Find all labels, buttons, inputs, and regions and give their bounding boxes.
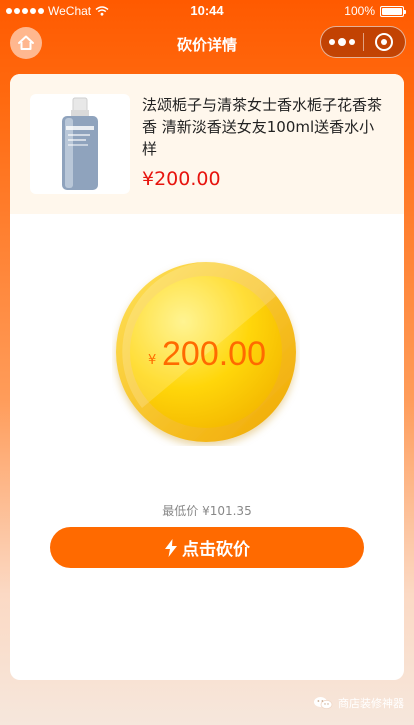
- coin-currency: ¥: [148, 353, 156, 368]
- bargain-card: 法颂栀子与清茶女士香水栀子花香茶香 清新淡香送女友100ml送香水小样 ¥200…: [10, 74, 404, 680]
- product-section[interactable]: 法颂栀子与清茶女士香水栀子花香茶香 清新淡香送女友100ml送香水小样 ¥200…: [10, 74, 404, 214]
- lightning-icon: [165, 538, 177, 557]
- product-image[interactable]: [30, 94, 130, 194]
- price-coin: ¥ 200.00: [112, 258, 300, 446]
- status-bar: WeChat 10:44 100%: [0, 0, 414, 22]
- perfume-bottle-image: [62, 97, 98, 190]
- battery-icon: [380, 5, 406, 17]
- miniprogram-capsule: [320, 26, 406, 58]
- product-price: ¥200.00: [142, 168, 221, 190]
- nav-bar: 砍价详情: [0, 22, 414, 64]
- coin-graphic: ¥ 200.00: [116, 262, 296, 442]
- footer-watermark: 商店装修神器: [313, 695, 404, 711]
- footer-label: 商店装修神器: [338, 697, 404, 710]
- product-title: 法颂栀子与清茶女士香水栀子花香茶香 清新淡香送女友100ml送香水小样: [142, 96, 383, 158]
- battery-group: 100%: [344, 4, 406, 18]
- bargain-button[interactable]: 点击砍价: [50, 527, 364, 568]
- lowest-price: 最低价 ¥101.35: [162, 504, 252, 518]
- bargain-button-label: 点击砍价: [182, 540, 250, 560]
- more-dots-icon[interactable]: [321, 37, 363, 46]
- close-miniprogram-button[interactable]: [364, 33, 405, 51]
- target-icon: [375, 33, 394, 51]
- product-info: 法颂栀子与清茶女士香水栀子花香茶香 清新淡香送女友100ml送香水小样 ¥200…: [142, 94, 384, 214]
- coin-amount: 200.00: [162, 335, 266, 373]
- battery-percent: 100%: [344, 4, 375, 18]
- wechat-icon: [314, 697, 333, 710]
